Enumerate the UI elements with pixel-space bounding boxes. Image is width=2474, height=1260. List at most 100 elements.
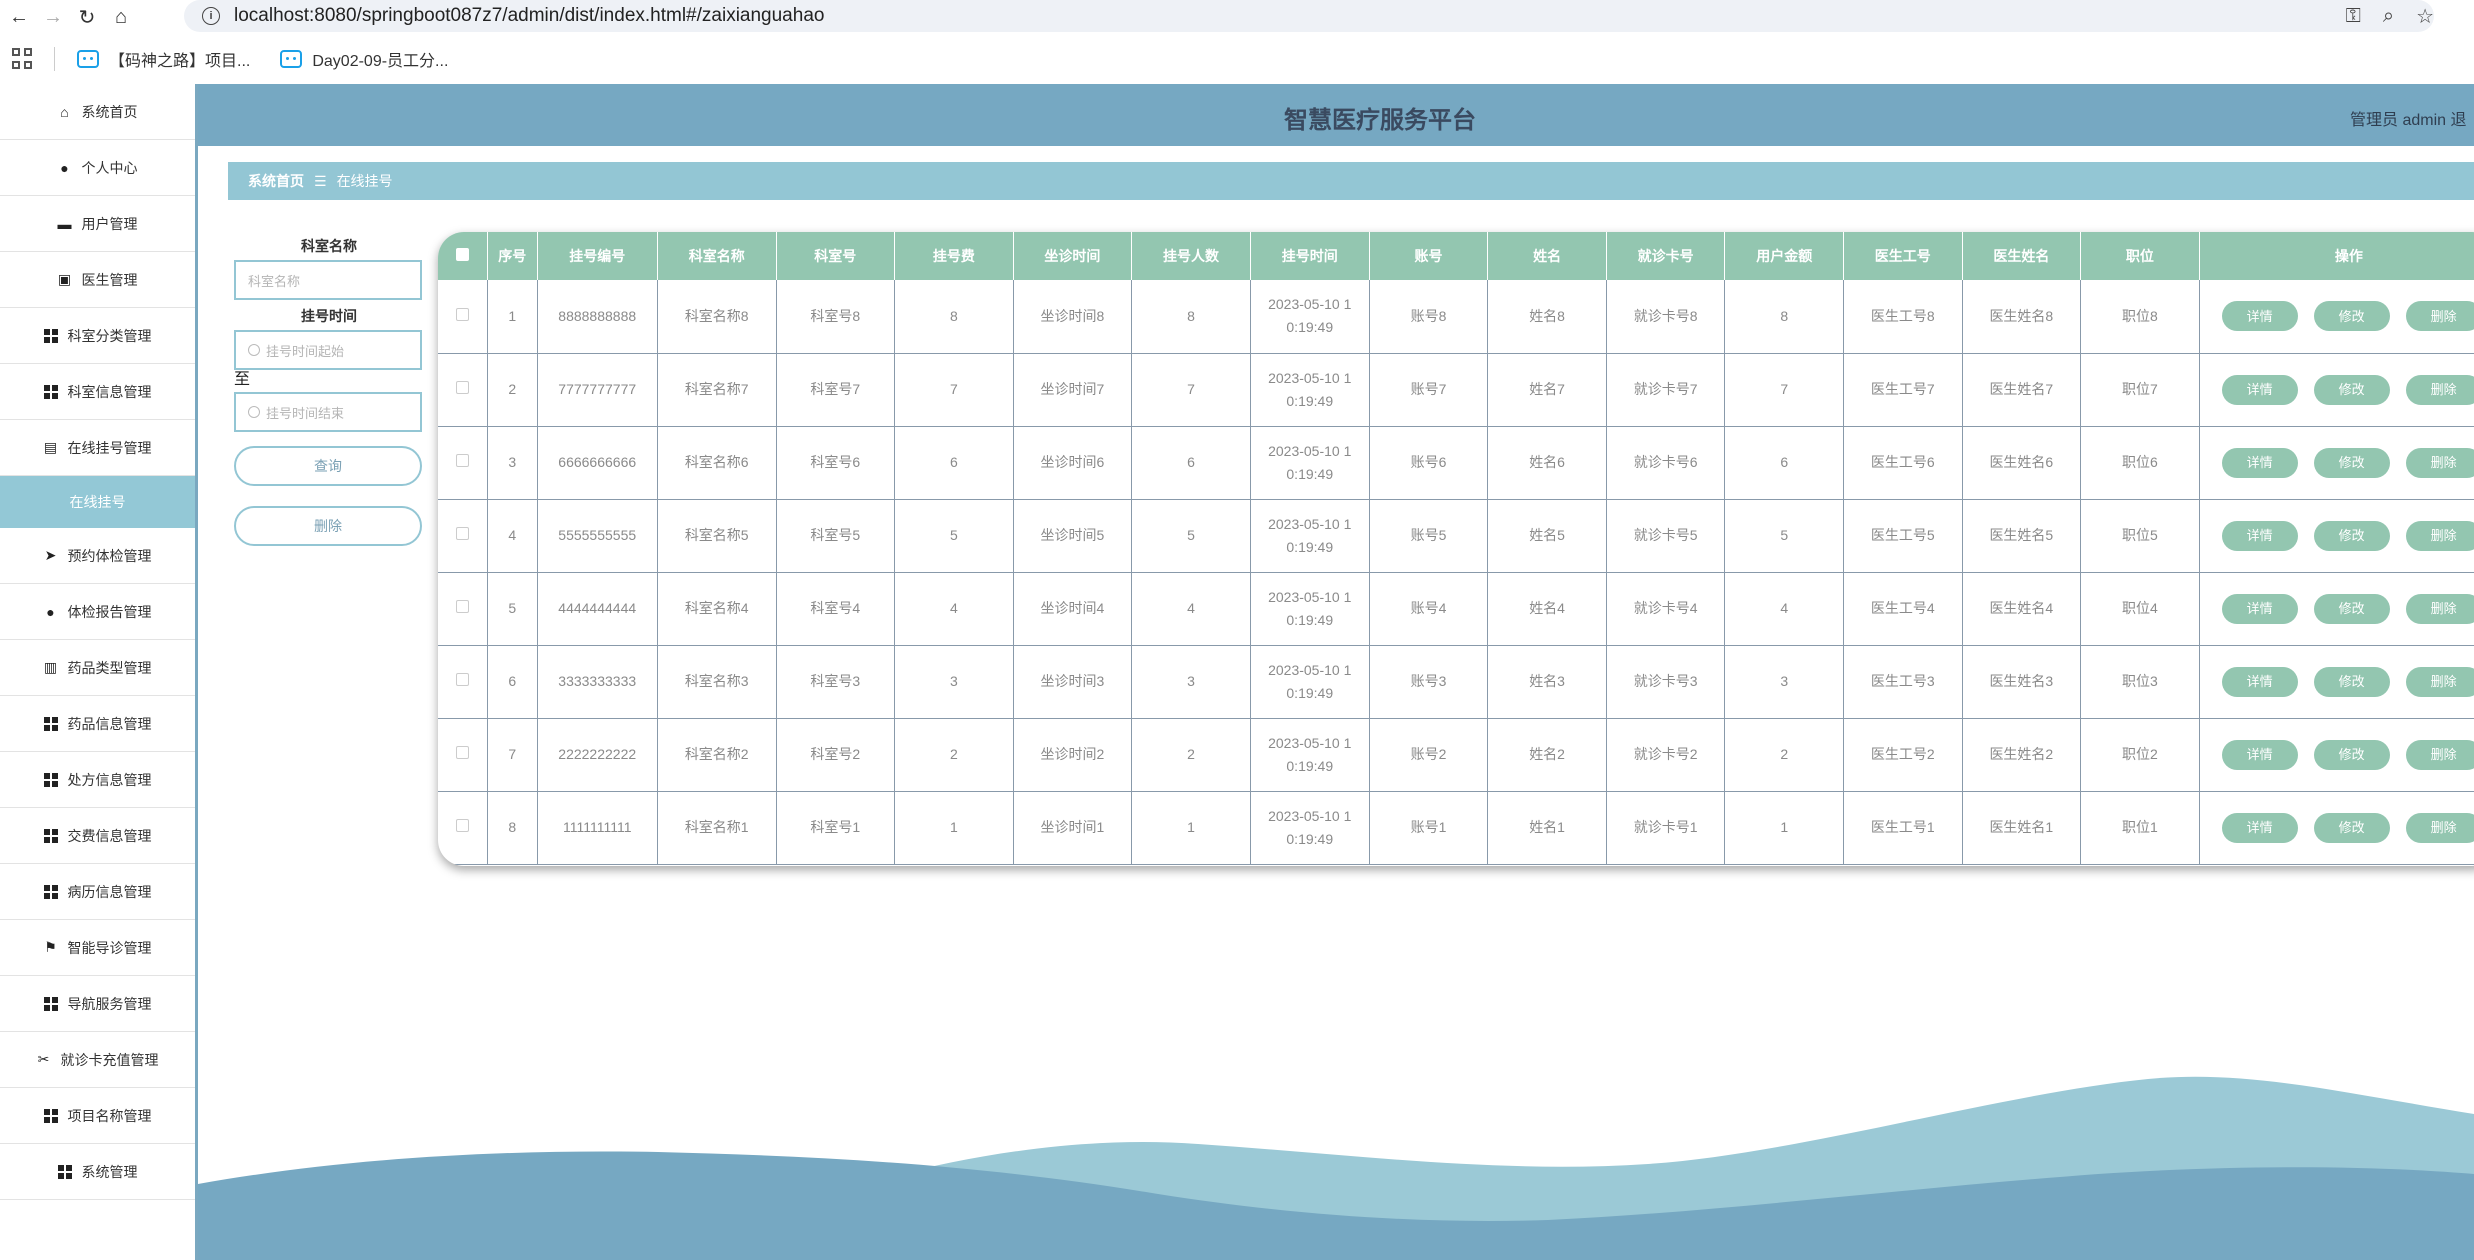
row-checkbox[interactable] (456, 746, 469, 759)
sidebar-item[interactable]: 处方信息管理 (0, 752, 195, 808)
delete-button[interactable]: 删除 (2405, 739, 2474, 770)
cell-text-line: 0:19:49 (1286, 757, 1334, 774)
delete-button[interactable]: 删除 (2405, 374, 2474, 405)
table-cell: 账号2 (1369, 718, 1489, 792)
zoom-icon[interactable]: ⌕ (2383, 5, 2394, 28)
table-cell: 就诊卡号8 (1606, 280, 1726, 354)
delete-button[interactable]: 删除 (2405, 593, 2474, 624)
column-header: 挂号人数 (1131, 232, 1251, 280)
row-checkbox[interactable] (456, 454, 469, 467)
table-cell: 2 (1131, 718, 1251, 792)
sidebar-item[interactable]: ▤ 在线挂号管理 (0, 420, 195, 476)
table-cell: 医生工号7 (1843, 353, 1963, 427)
delete-button[interactable]: 删除 (2405, 812, 2474, 843)
detail-button[interactable]: 详情 (2221, 812, 2298, 843)
detail-button[interactable]: 详情 (2221, 520, 2298, 551)
home-icon[interactable]: ⌂ (106, 2, 136, 32)
detail-button[interactable]: 详情 (2221, 447, 2298, 478)
detail-button[interactable]: 详情 (2221, 301, 2298, 332)
row-actions: 详情 修改 删除 (2200, 301, 2474, 332)
row-checkbox[interactable] (456, 819, 469, 832)
sidebar-item[interactable]: ✂ 就诊卡充值管理 (0, 1032, 195, 1088)
delete-button[interactable]: 删除 (2405, 447, 2474, 478)
sidebar-item[interactable]: ▣ 医生管理 (0, 252, 195, 308)
detail-button[interactable]: 详情 (2221, 374, 2298, 405)
sidebar-item[interactable]: 药品信息管理 (0, 696, 195, 752)
sidebar-item[interactable]: 科室分类管理 (0, 308, 195, 364)
row-checkbox[interactable] (456, 673, 469, 686)
apps-icon[interactable] (12, 48, 34, 70)
delete-button[interactable]: 删除 (2405, 520, 2474, 551)
table-cell: 1 (487, 280, 538, 354)
sidebar-item[interactable]: 在线挂号 (0, 476, 195, 528)
edit-button[interactable]: 修改 (2313, 301, 2390, 332)
forward-icon[interactable]: → (38, 2, 68, 32)
dept-name-input[interactable]: 科室名称 (234, 260, 422, 300)
sidebar-item[interactable]: ▥ 药品类型管理 (0, 640, 195, 696)
edit-button[interactable]: 修改 (2313, 520, 2390, 551)
row-checkbox[interactable] (456, 381, 469, 394)
column-header: 操作 (2199, 232, 2474, 280)
detail-button[interactable]: 详情 (2221, 593, 2298, 624)
sidebar-item[interactable]: ➤ 预约体检管理 (0, 528, 195, 584)
table-cell: 账号1 (1369, 791, 1489, 865)
edit-button[interactable]: 修改 (2313, 739, 2390, 770)
edit-button[interactable]: 修改 (2313, 447, 2390, 478)
bookmark-item[interactable]: Day02-09-员工分... (280, 47, 448, 71)
query-button[interactable]: 查询 (234, 446, 422, 486)
sidebar-item[interactable]: ● 个人中心 (0, 140, 195, 196)
sidebar-item-label: 用户管理 (81, 215, 138, 232)
detail-button[interactable]: 详情 (2221, 739, 2298, 770)
row-checkbox[interactable] (456, 307, 469, 321)
sidebar-item[interactable]: ⚑ 智能导诊管理 (0, 920, 195, 976)
column-header: 姓名 (1487, 232, 1607, 280)
sidebar-item[interactable]: 导航服务管理 (0, 976, 195, 1032)
table-cell: 8 (1724, 280, 1844, 354)
table-cell: 账号5 (1369, 499, 1489, 573)
user-info[interactable]: 管理员 admin 退 (2350, 106, 2466, 130)
edit-button[interactable]: 修改 (2313, 374, 2390, 405)
delete-button[interactable]: 删除 (2405, 666, 2474, 697)
edit-button[interactable]: 修改 (2313, 666, 2390, 697)
select-all-cell (438, 232, 488, 280)
sidebar-item[interactable]: ▬ 用户管理 (0, 196, 195, 252)
sidebar-item[interactable]: 病历信息管理 (0, 864, 195, 920)
batch-delete-button[interactable]: 删除 (234, 506, 422, 546)
address-bar[interactable]: i localhost:8080/springboot087z7/admin/d… (184, 0, 2434, 32)
detail-button[interactable]: 详情 (2221, 666, 2298, 697)
sidebar-item[interactable]: 交费信息管理 (0, 808, 195, 864)
table-cell: 科室名称7 (657, 353, 777, 427)
registration-table: 序号 挂号编号 科室名称 科室号 挂号费 坐诊时间 挂号人数 挂号时间 账号 姓名 就诊卡号 用户金额… (438, 232, 2474, 865)
sidebar-item[interactable]: 系统管理 (0, 1144, 195, 1200)
table-cell: 1 (1724, 791, 1844, 865)
bookmark-item[interactable]: 【码神之路】项目... (77, 47, 250, 71)
sidebar-item[interactable]: ⌂ 系统首页 (0, 84, 195, 140)
sidebar-item-label: 项目名称管理 (67, 1107, 152, 1124)
back-icon[interactable]: ← (4, 2, 34, 32)
star-icon[interactable]: ☆ (2416, 4, 2434, 29)
reload-icon[interactable]: ↻ (72, 2, 102, 32)
delete-button[interactable]: 删除 (2405, 301, 2474, 332)
site-info-icon[interactable]: i (202, 7, 220, 25)
clock-icon (248, 344, 260, 356)
table-row: 6 3333333333 科室名称3 科室号3 3 坐诊时间3 3 2023-05-10 10… (438, 645, 2474, 719)
breadcrumb-home[interactable]: 系统首页 (248, 171, 304, 191)
sidebar-item[interactable]: 项目名称管理 (0, 1088, 195, 1144)
table-cell: 医生姓名2 (1962, 718, 2082, 792)
edit-button[interactable]: 修改 (2313, 812, 2390, 843)
table-cell: 科室号4 (776, 572, 896, 646)
end-time-input[interactable]: 挂号时间结束 (234, 392, 422, 432)
key-icon[interactable]: ⚿ (2346, 5, 2361, 28)
start-time-input[interactable]: 挂号时间起始 (234, 330, 422, 370)
sidebar-item-label: 科室信息管理 (67, 383, 152, 400)
select-all-checkbox[interactable] (456, 248, 469, 261)
sidebar-item[interactable]: ● 体检报告管理 (0, 584, 195, 640)
sidebar-item[interactable]: 科室信息管理 (0, 364, 195, 420)
table-cell: 姓名8 (1487, 280, 1607, 354)
row-checkbox[interactable] (456, 600, 469, 613)
dept-label: 科室名称 (301, 238, 357, 254)
edit-button[interactable]: 修改 (2313, 593, 2390, 624)
row-checkbox[interactable] (456, 527, 469, 540)
table-cell: 1111111111 (537, 791, 658, 865)
table-cell: 医生姓名4 (1962, 572, 2082, 646)
